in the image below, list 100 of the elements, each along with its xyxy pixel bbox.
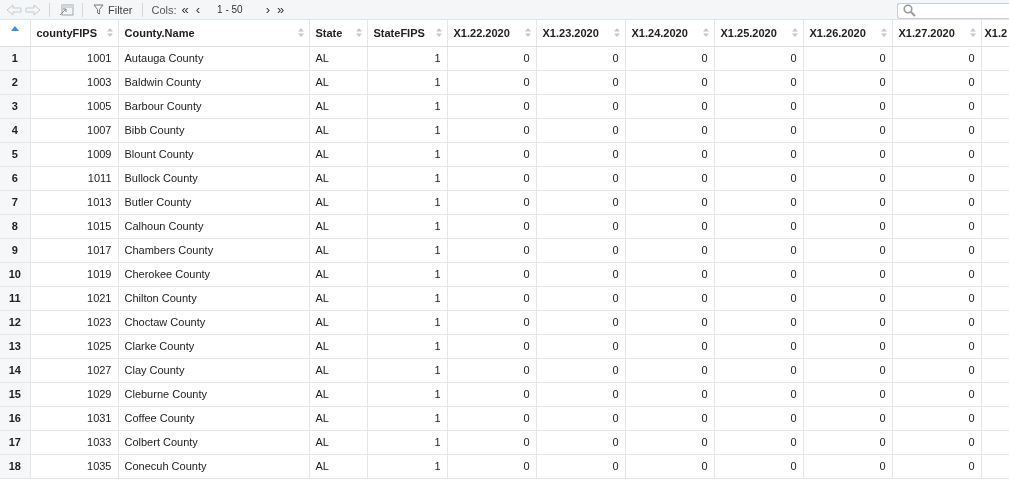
row-number-header[interactable] bbox=[0, 20, 30, 46]
table-cell: 1017 bbox=[30, 238, 118, 262]
previous-page-button[interactable]: ‹ bbox=[193, 3, 203, 16]
table-cell: 0 bbox=[803, 166, 892, 190]
table-cell: 0 bbox=[803, 382, 892, 406]
table-cell: 0 bbox=[625, 190, 714, 214]
table-cell: 0 bbox=[892, 214, 981, 238]
table-cell: 0 bbox=[892, 94, 981, 118]
table-cell: 0 bbox=[447, 454, 536, 478]
table-cell: 0 bbox=[447, 94, 536, 118]
table-cell: 1 bbox=[367, 238, 447, 262]
table-cell: 1 bbox=[367, 286, 447, 310]
table-cell: 0 bbox=[803, 142, 892, 166]
table-cell: AL bbox=[309, 262, 367, 286]
table-cell: Autauga County bbox=[118, 46, 309, 70]
row-number: 3 bbox=[0, 94, 30, 118]
table-cell: 0 bbox=[536, 166, 625, 190]
table-cell: 0 bbox=[714, 118, 803, 142]
table-cell: 0 bbox=[536, 454, 625, 478]
forward-arrow-icon[interactable] bbox=[25, 3, 41, 16]
column-header[interactable]: X1.23.2020 bbox=[536, 20, 625, 46]
table-cell: 0 bbox=[714, 46, 803, 70]
table-cell: 0 bbox=[536, 238, 625, 262]
table-cell: 0 bbox=[625, 166, 714, 190]
table-cell: 0 bbox=[892, 286, 981, 310]
last-page-button[interactable]: » bbox=[275, 3, 287, 16]
table-cell: 0 bbox=[447, 46, 536, 70]
table-cell: 1 bbox=[367, 70, 447, 94]
table-cell: 0 bbox=[803, 46, 892, 70]
column-header[interactable]: County.Name bbox=[118, 20, 309, 46]
table-cell: 1033 bbox=[30, 430, 118, 454]
table-cell: Cleburne County bbox=[118, 382, 309, 406]
table-cell: 0 bbox=[803, 310, 892, 334]
table-cell: AL bbox=[309, 310, 367, 334]
table-cell: 0 bbox=[447, 238, 536, 262]
row-number: 4 bbox=[0, 118, 30, 142]
table-cell: Clarke County bbox=[118, 334, 309, 358]
table-cell: 0 bbox=[803, 94, 892, 118]
table-cell: 0 bbox=[447, 430, 536, 454]
table-cell: 1 bbox=[367, 190, 447, 214]
table-cell: 1035 bbox=[30, 454, 118, 478]
table-cell: 0 bbox=[892, 406, 981, 430]
table-cell: 0 bbox=[714, 94, 803, 118]
column-header[interactable]: X1.26.2020 bbox=[803, 20, 892, 46]
column-header[interactable]: X1.25.2020 bbox=[714, 20, 803, 46]
table-cell: 0 bbox=[803, 406, 892, 430]
table-cell: 1025 bbox=[30, 334, 118, 358]
table-cell: 0 bbox=[536, 358, 625, 382]
table-cell: 0 bbox=[714, 190, 803, 214]
column-header[interactable]: X1.22.2020 bbox=[447, 20, 536, 46]
column-header[interactable]: countyFIPS bbox=[30, 20, 118, 46]
table-cell: 0 bbox=[803, 190, 892, 214]
table-cell: 0 bbox=[714, 286, 803, 310]
row-number: 7 bbox=[0, 190, 30, 214]
column-header[interactable]: StateFIPS bbox=[367, 20, 447, 46]
filter-button[interactable]: Filter bbox=[91, 3, 135, 16]
table-cell: 1 bbox=[367, 94, 447, 118]
table-cell: 0 bbox=[803, 70, 892, 94]
table-cell: 1015 bbox=[30, 214, 118, 238]
table-cell: 0 bbox=[625, 286, 714, 310]
table-cell: AL bbox=[309, 166, 367, 190]
table-cell: 0 bbox=[803, 358, 892, 382]
table-cell: 0 bbox=[892, 142, 981, 166]
table-cell: 0 bbox=[892, 430, 981, 454]
table-cell: 0 bbox=[625, 334, 714, 358]
sort-icon bbox=[880, 28, 887, 37]
table-cell: 0 bbox=[447, 214, 536, 238]
table-cell: 0 bbox=[714, 238, 803, 262]
row-number: 9 bbox=[0, 238, 30, 262]
table-cell: 0 bbox=[892, 118, 981, 142]
column-range: 1 - 50 bbox=[217, 4, 243, 15]
table-cell: 0 bbox=[447, 406, 536, 430]
column-header[interactable]: X1.27.2020 bbox=[892, 20, 981, 46]
table-cell: 0 bbox=[803, 214, 892, 238]
row-number: 11 bbox=[0, 286, 30, 310]
back-arrow-icon[interactable] bbox=[6, 3, 22, 16]
table-cell: Conecuh County bbox=[118, 454, 309, 478]
column-header[interactable]: X1.24.2020 bbox=[625, 20, 714, 46]
table-cell: 1 bbox=[367, 382, 447, 406]
table-cell: 0 bbox=[625, 118, 714, 142]
row-number: 1 bbox=[0, 46, 30, 70]
table-cell: 1003 bbox=[30, 70, 118, 94]
column-header[interactable]: X1.2 bbox=[981, 20, 1009, 46]
row-number: 6 bbox=[0, 166, 30, 190]
table-cell: 0 bbox=[892, 166, 981, 190]
popout-window-icon[interactable] bbox=[58, 2, 74, 17]
column-header[interactable]: State bbox=[309, 20, 367, 46]
table-cell: 0 bbox=[714, 142, 803, 166]
table-cell: 1011 bbox=[30, 166, 118, 190]
table-cell: 0 bbox=[625, 430, 714, 454]
table-cell: 1013 bbox=[30, 190, 118, 214]
table-cell: Clay County bbox=[118, 358, 309, 382]
first-page-button[interactable]: « bbox=[179, 3, 191, 16]
sort-icon bbox=[106, 28, 113, 37]
search-field[interactable] bbox=[897, 2, 1009, 19]
next-page-button[interactable]: › bbox=[263, 3, 272, 16]
table-cell: 1009 bbox=[30, 142, 118, 166]
table-cell: 0 bbox=[625, 142, 714, 166]
sort-icon bbox=[791, 28, 798, 37]
table-cell: Coffee County bbox=[118, 406, 309, 430]
